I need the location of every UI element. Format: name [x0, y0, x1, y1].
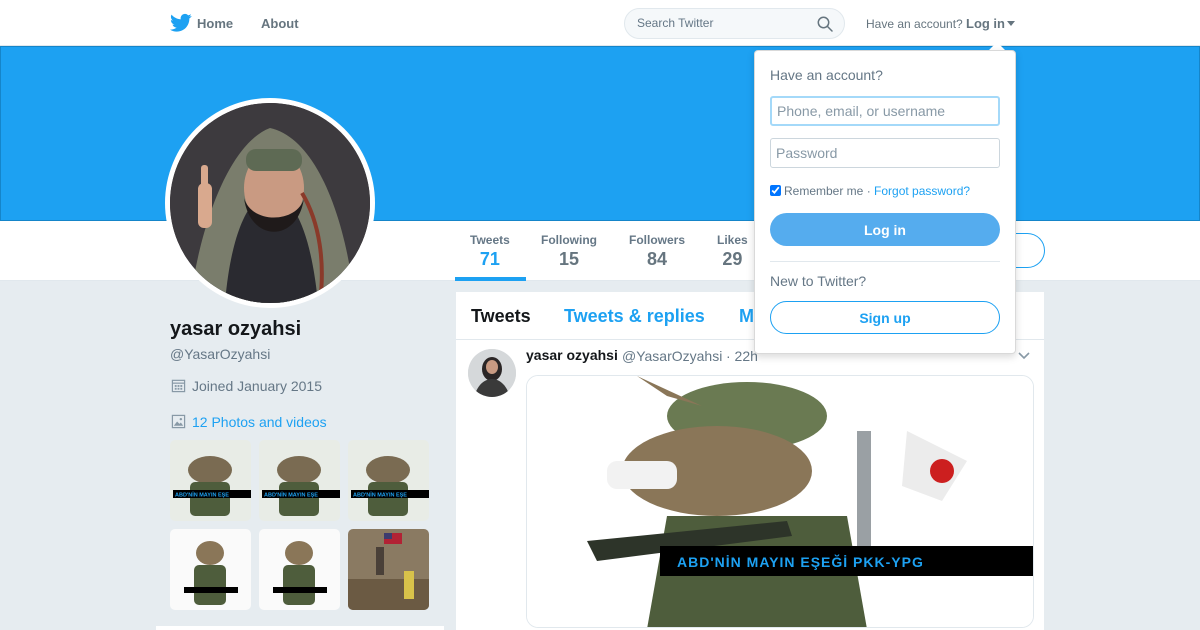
profile-name[interactable]: yasar ozyahsi: [170, 318, 301, 341]
stat-following-label: Following: [541, 233, 597, 247]
tweet-media-image[interactable]: ABD'NİN MAYIN EŞEĞİ PKK-YPG: [526, 375, 1034, 628]
stat-followers-label: Followers: [629, 233, 686, 247]
username-field[interactable]: [770, 96, 1000, 126]
tweet-image-illustration: ABD'NİN MAYIN EŞEĞİ PKK-YPG: [527, 376, 1033, 627]
profile-handle[interactable]: @YasarOzyahsi: [170, 346, 270, 362]
remember-me-checkbox[interactable]: [770, 185, 781, 196]
photo-thumbnail[interactable]: [348, 529, 429, 610]
stat-followers-value: 84: [646, 249, 668, 269]
dropdown-divider: [770, 261, 1000, 262]
stat-likes-label: Likes: [717, 233, 748, 247]
forgot-password-link[interactable]: Forgot password?: [874, 184, 970, 198]
photo-thumbnail[interactable]: ABD'NİN MAYIN EŞE: [170, 440, 251, 521]
login-dropdown: Have an account? Remember me · Forgot pa…: [754, 50, 1016, 354]
have-account-text: Have an account?: [866, 17, 963, 31]
tweet-avatar[interactable]: [468, 349, 516, 397]
avatar-photo: [170, 103, 370, 303]
dropdown-title: Have an account?: [770, 67, 883, 83]
tab-tweets[interactable]: Tweets: [471, 306, 531, 327]
tab-tweets-replies[interactable]: Tweets & replies: [564, 306, 705, 327]
photos-videos-label: 12 Photos and videos: [192, 414, 327, 430]
photo-thumbnail[interactable]: [259, 529, 340, 610]
profile-avatar[interactable]: [165, 98, 375, 308]
joined-date: Joined January 2015: [171, 378, 322, 394]
remember-me-row: Remember me · Forgot password?: [770, 184, 970, 198]
remember-separator: ·: [863, 184, 875, 198]
search-input[interactable]: [637, 16, 807, 30]
stat-likes[interactable]: Likes 29: [717, 233, 748, 270]
chevron-down-icon[interactable]: [1018, 352, 1030, 360]
photo-thumbnail[interactable]: ABD'NİN MAYIN EŞE: [259, 440, 340, 521]
caret-down-icon: [1007, 21, 1015, 26]
tab-media[interactable]: M: [739, 306, 754, 327]
left-card-edge: [156, 626, 444, 630]
stat-following[interactable]: Following 15: [541, 233, 597, 270]
active-stat-underline: [455, 277, 526, 281]
new-to-twitter-text: New to Twitter?: [770, 273, 867, 289]
stat-tweets[interactable]: Tweets 71: [470, 233, 510, 270]
password-field[interactable]: [770, 138, 1000, 168]
tweet-author-handle[interactable]: @YasarOzyahsi: [622, 348, 722, 364]
login-toggle-label: Log in: [966, 16, 1005, 31]
login-dropdown-toggle[interactable]: Log in: [966, 16, 1015, 31]
thumbnail-caption: ABD'NİN MAYIN EŞE: [353, 492, 407, 499]
stat-following-value: 15: [558, 249, 580, 269]
photo-thumbnail[interactable]: ABD'NİN MAYIN EŞE: [348, 440, 429, 521]
stat-likes-value: 29: [722, 249, 743, 269]
thumbnail-caption: ABD'NİN MAYIN EŞE: [264, 492, 318, 499]
stat-followers[interactable]: Followers 84: [629, 233, 685, 270]
nav-about-link[interactable]: About: [261, 16, 299, 31]
nav-home-link[interactable]: Home: [197, 16, 233, 31]
calendar-icon: [171, 379, 186, 393]
tweet-author-name[interactable]: yasar ozyahsi: [526, 347, 618, 363]
thumbnail-caption: ABD'NİN MAYIN EŞE: [175, 492, 229, 499]
stat-tweets-value: 71: [479, 249, 500, 269]
signup-button[interactable]: Sign up: [770, 301, 1000, 334]
photo-thumbnail[interactable]: [170, 529, 251, 610]
joined-text: Joined January 2015: [192, 378, 322, 394]
stat-tweets-label: Tweets: [470, 233, 510, 247]
search-box: [624, 8, 845, 39]
avatar-illustration: [170, 103, 370, 303]
login-button[interactable]: Log in: [770, 213, 1000, 246]
tweet-image-caption: ABD'NİN MAYIN EŞEĞİ PKK-YPG: [677, 553, 924, 570]
search-icon[interactable]: [817, 16, 833, 32]
image-icon: [171, 414, 186, 429]
photos-videos-link[interactable]: 12 Photos and videos: [171, 414, 327, 430]
remember-me-label[interactable]: Remember me: [784, 184, 863, 198]
top-navigation: Home About Have an account? Log in: [0, 0, 1200, 46]
twitter-bird-icon[interactable]: [170, 13, 192, 33]
